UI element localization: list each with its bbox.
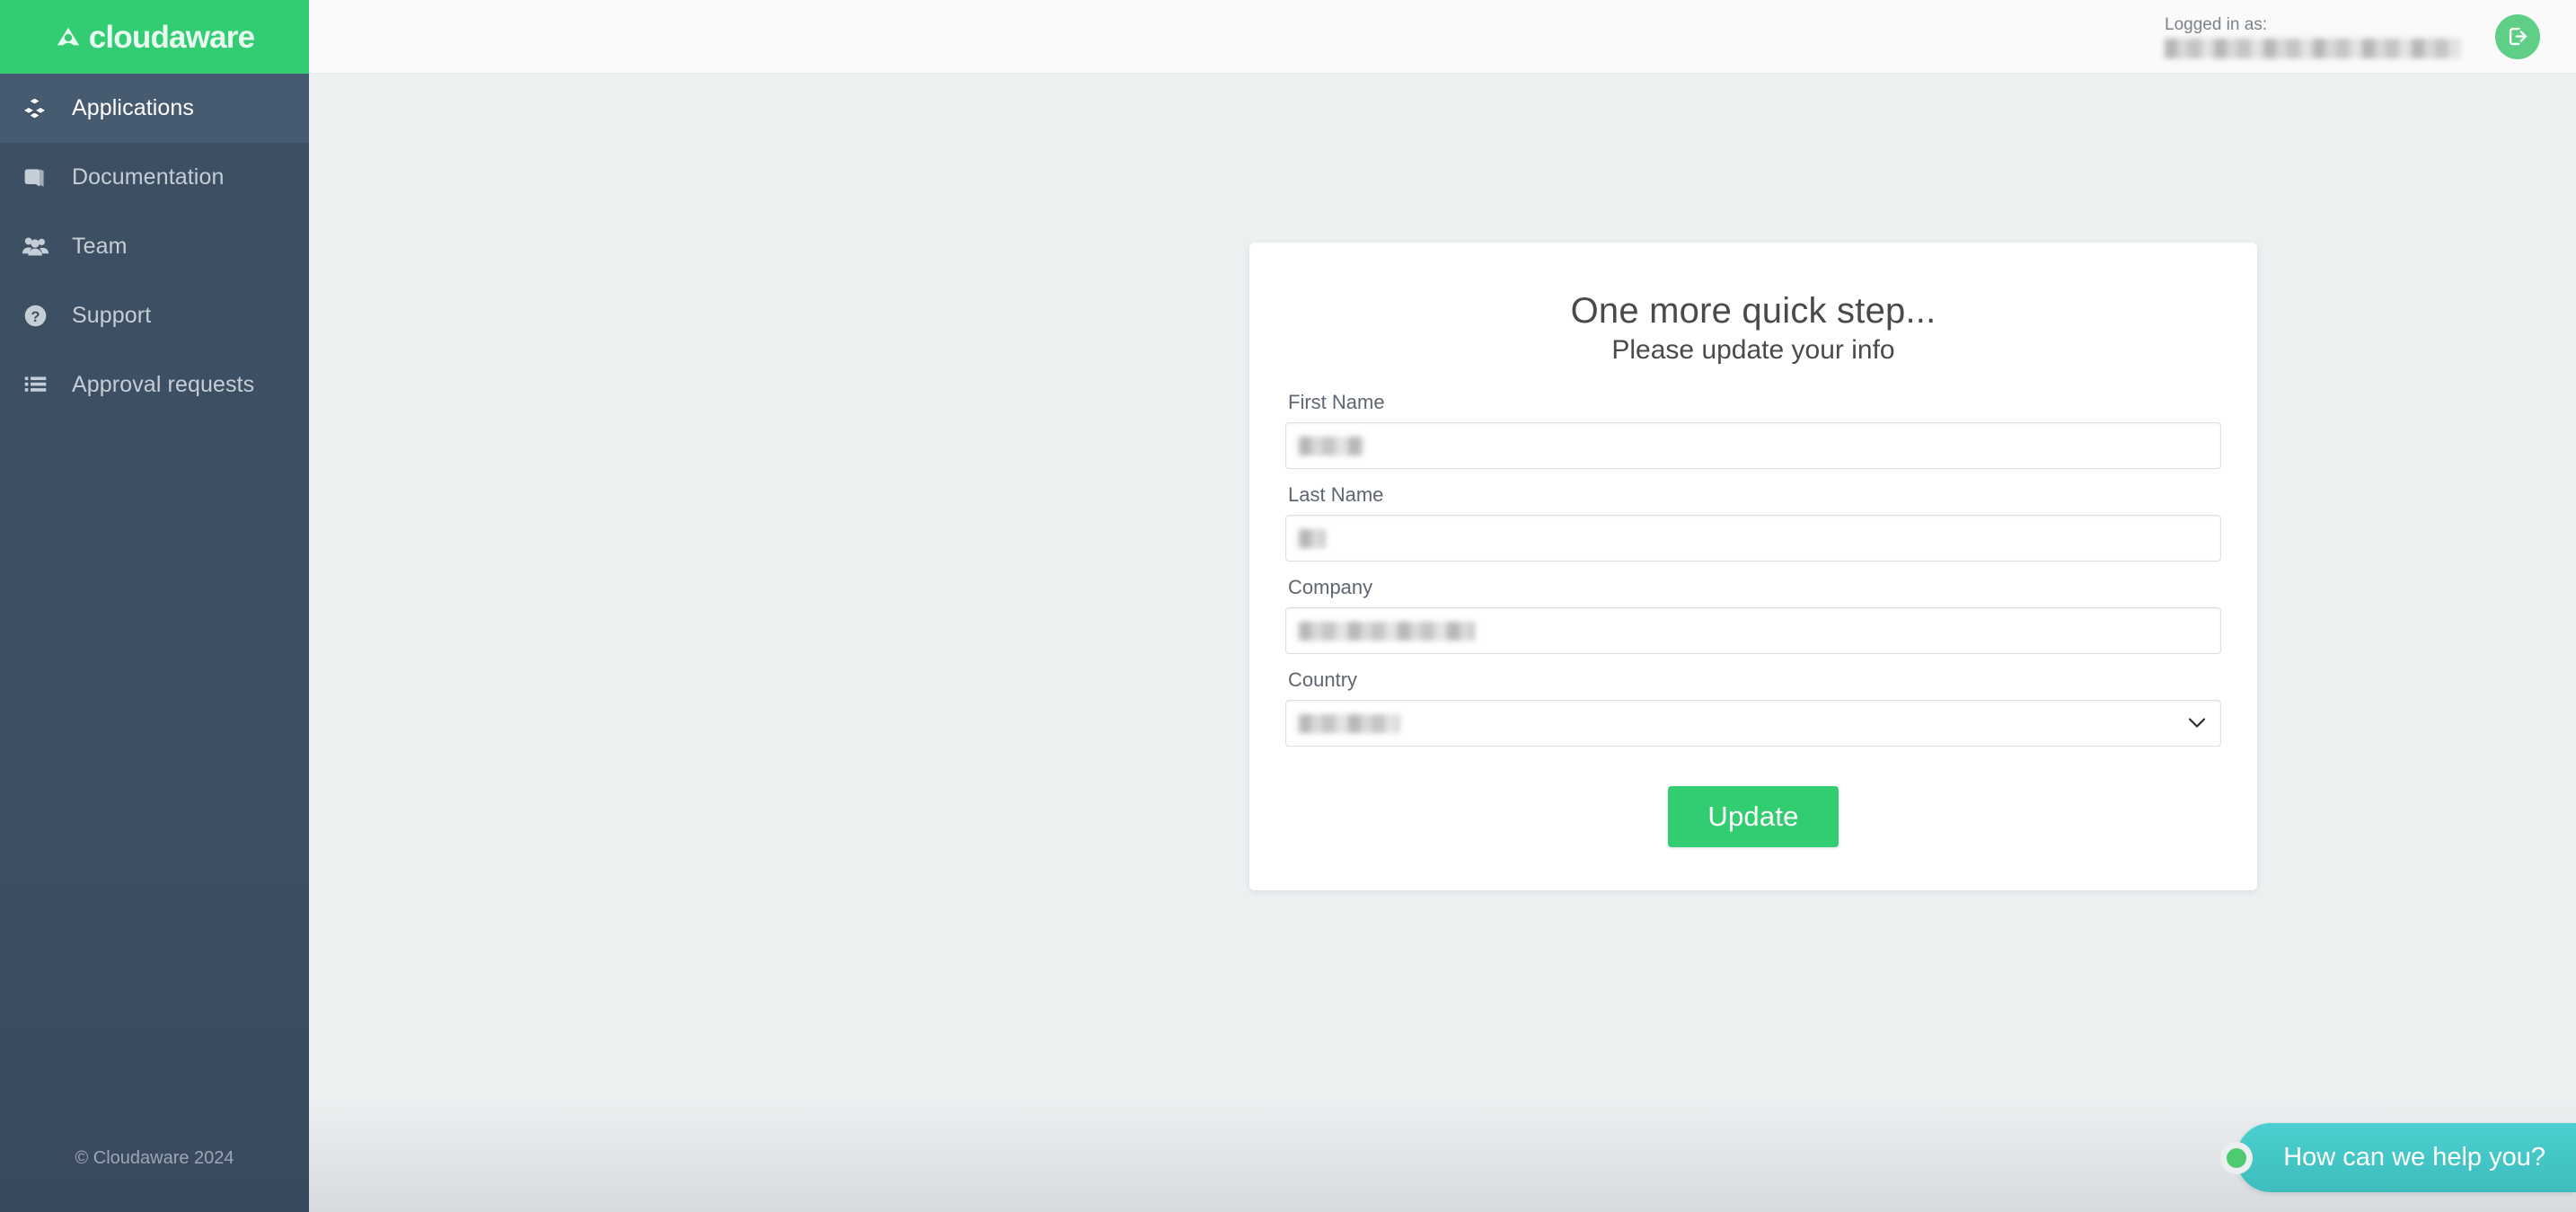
logout-button[interactable] — [2495, 13, 2540, 59]
update-button[interactable]: Update — [1668, 786, 1839, 847]
chat-bubble-message[interactable]: How can we help you? — [2236, 1123, 2576, 1192]
sidebar-footer-copyright: © Cloudaware 2024 — [75, 1147, 234, 1168]
sidebar-item-support[interactable]: ? Support — [0, 281, 309, 350]
sidebar-item-documentation[interactable]: Documentation — [0, 143, 309, 212]
field-company: Company — [1285, 576, 2221, 654]
field-first-name: First Name — [1285, 391, 2221, 469]
sidebar-item-applications[interactable]: Applications — [0, 74, 309, 143]
field-country: Country — [1285, 668, 2221, 747]
main-area: Logged in as: One more quick step... Ple… — [309, 0, 2576, 1212]
sidebar-nav: Applications Documentation Team ? Suppor… — [0, 74, 309, 1113]
page-subtitle: Please update your info — [1611, 335, 1895, 365]
company-label: Company — [1288, 576, 1373, 598]
sidebar-item-label: Documentation — [72, 164, 225, 190]
logged-in-label: Logged in as: — [2165, 14, 2268, 34]
online-status-dot-icon — [2227, 1147, 2247, 1168]
first-name-input[interactable] — [1285, 422, 2221, 469]
company-value-redacted — [1299, 621, 1475, 641]
submit-row: Update — [1285, 786, 2221, 847]
sidebar-item-label: Applications — [72, 95, 195, 120]
app-root: cloudaware Applications Documentation Te… — [0, 0, 2576, 1212]
chat-widget[interactable]: How can we help you? — [2220, 1123, 2576, 1192]
first-name-label: First Name — [1288, 391, 1385, 413]
country-label: Country — [1288, 668, 1358, 691]
logged-in-user-redacted — [2165, 39, 2461, 59]
update-info-card: One more quick step... Please update you… — [1249, 243, 2257, 890]
sidebar-item-team[interactable]: Team — [0, 212, 309, 281]
country-select[interactable] — [1285, 700, 2221, 747]
chat-status-indicator — [2220, 1141, 2254, 1174]
first-name-value-redacted — [1299, 436, 1363, 456]
last-name-input[interactable] — [1285, 515, 2221, 562]
sidebar: cloudaware Applications Documentation Te… — [0, 0, 309, 1212]
list-icon — [7, 372, 63, 398]
logged-in-block: Logged in as: — [2165, 14, 2461, 59]
brand-logo-text: cloudaware — [88, 19, 255, 55]
sidebar-item-approval-requests[interactable]: Approval requests — [0, 350, 309, 420]
cubes-icon — [7, 95, 63, 122]
sidebar-item-label: Approval requests — [72, 372, 255, 397]
company-input[interactable] — [1285, 607, 2221, 654]
topbar: Logged in as: — [309, 0, 2576, 74]
content-area: One more quick step... Please update you… — [309, 74, 2576, 1212]
field-last-name: Last Name — [1285, 483, 2221, 562]
last-name-value-redacted — [1299, 528, 1326, 548]
svg-text:?: ? — [31, 309, 40, 325]
chevron-down-icon — [2188, 718, 2206, 728]
sidebar-item-label: Team — [72, 234, 128, 259]
users-icon — [7, 233, 63, 261]
cloudaware-mark-icon — [57, 27, 79, 46]
country-value-redacted — [1299, 713, 1399, 733]
question-circle-icon: ? — [7, 303, 63, 329]
logout-icon — [2509, 27, 2527, 46]
book-icon — [7, 165, 63, 190]
sidebar-item-label: Support — [72, 303, 152, 328]
brand-logo[interactable]: cloudaware — [0, 0, 309, 74]
last-name-label: Last Name — [1288, 483, 1384, 506]
page-title: One more quick step... — [1570, 291, 1936, 331]
